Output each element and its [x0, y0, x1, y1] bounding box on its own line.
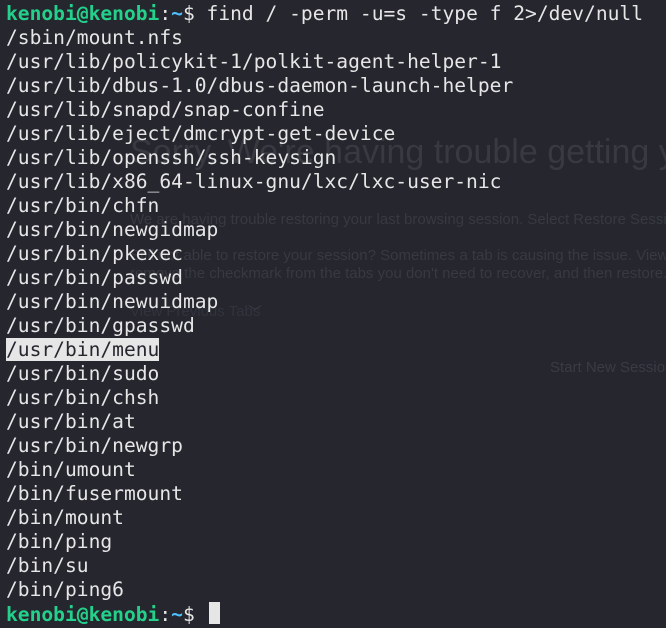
prompt-line-1: kenobi@kenobi:~$ find / -perm -u=s -type…: [6, 2, 655, 25]
prompt-user: kenobi: [6, 603, 77, 626]
prompt-user: kenobi: [6, 2, 77, 25]
output-block-2: /usr/bin/sudo /usr/bin/chsh /usr/bin/at …: [6, 362, 183, 601]
output-highlighted-line: /usr/bin/menu: [6, 338, 159, 361]
terminal-window[interactable]: kenobi@kenobi:~$ find / -perm -u=s -type…: [0, 0, 666, 628]
prompt-path: ~: [171, 603, 183, 626]
prompt-host: kenobi: [89, 2, 160, 25]
prompt-colon: :: [159, 603, 171, 626]
output-block-1: /sbin/mount.nfs /usr/lib/policykit-1/pol…: [6, 26, 513, 337]
prompt-dollar: $: [183, 2, 207, 25]
prompt-at: @: [77, 603, 89, 626]
command-text: find / -perm -u=s -type f 2>/dev/null: [207, 2, 655, 25]
prompt-path: ~: [171, 2, 183, 25]
prompt-host: kenobi: [89, 603, 160, 626]
prompt-colon: :: [159, 2, 171, 25]
cursor-block-icon: [209, 602, 220, 624]
prompt-dollar: $: [183, 603, 207, 626]
prompt-at: @: [77, 2, 89, 25]
prompt-line-2: kenobi@kenobi:~$: [6, 603, 207, 626]
